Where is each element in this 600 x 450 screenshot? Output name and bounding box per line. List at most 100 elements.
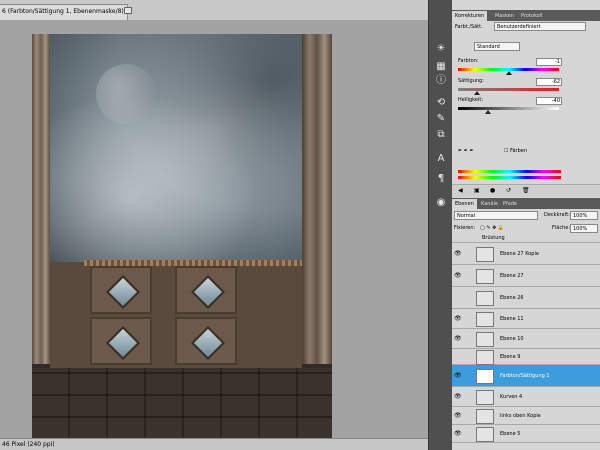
styles-icon[interactable]: ◉ [434,196,448,210]
tab-kanaele[interactable]: Kanäle [478,199,501,209]
balustrade-panel [90,317,152,365]
layer-name: Ebene 10 [500,336,524,342]
layer-row[interactable]: 👁 Farbton/Sättigung 1 [452,365,600,387]
character-icon[interactable]: A [434,152,448,166]
layer-row[interactable]: 👁 Ebene 11 [452,309,600,329]
layer-row[interactable]: 👁 Ebene 27 [452,265,600,287]
layer-name: Ebene 27 [500,273,524,279]
status-bar: 46 Pixel (240 ppi) [0,438,428,450]
layer-name: Ebene 26 [500,295,524,301]
reset-icon[interactable]: ↺ [506,187,511,194]
opacity-label: Deckkraft: [544,212,570,218]
balustrade-panel [90,266,152,314]
document-tab-bar: 6 (Farbton/Sättigung 1, Ebenenmaske/8) * [0,0,428,21]
layer-group-row[interactable]: Brüstung [452,233,600,243]
moon-image [96,64,156,124]
close-tab-button[interactable] [124,7,132,14]
info-icon[interactable]: ⓘ [434,74,448,88]
visibility-eye-icon[interactable] [454,353,462,361]
saturation-input[interactable]: -62 [536,78,562,86]
hue-range-bar-top [458,170,561,173]
sky-image [46,34,328,266]
fill-input[interactable]: 100% [570,224,598,233]
eye-icon[interactable]: ● [490,187,495,194]
fill-label: Fläche: [552,225,571,231]
layer-thumbnail [476,408,494,424]
tab-ebenen[interactable]: Ebenen [452,199,477,209]
visibility-eye-icon[interactable]: 👁 [454,430,462,438]
left-column [32,34,50,364]
tab-korrekturen[interactable]: Korrekturen [452,11,488,21]
blend-mode-dropdown[interactable]: Normal [454,211,538,220]
eyedropper-tools[interactable]: ✒ ✒ ✒ [458,148,474,154]
hue-input[interactable]: -1 [536,58,562,66]
sun-icon[interactable]: ☀ [434,42,448,56]
saturation-label: Sättigung: [458,78,484,84]
clone-icon[interactable]: ⧉ [434,128,448,142]
clip-icon[interactable]: ▣ [474,187,480,194]
floor-image [32,368,332,438]
layer-name: Ebene 5 [500,431,521,437]
layers-tab-row: Ebenen Kanäle Pfade [452,198,600,209]
adjustment-title: Farbt./Sätt. [455,24,483,30]
layer-row[interactable]: 👁 Ebene 5 [452,425,600,443]
grid-icon[interactable]: ▦ [434,60,448,74]
visibility-eye-icon[interactable] [454,294,462,302]
layer-row[interactable]: 👁 Kurven 4 [452,387,600,407]
layer-thumbnail [476,290,494,306]
layer-name: Farbton/Sättigung 1 [500,373,550,379]
paragraph-icon[interactable]: ¶ [434,172,448,186]
balustrade-panel [175,317,237,365]
lightness-input[interactable]: -40 [536,97,562,105]
history-icon[interactable]: ⟲ [434,96,448,110]
back-icon[interactable]: ◀ [458,187,463,194]
layer-row[interactable]: Ebene 26 [452,287,600,309]
visibility-eye-icon[interactable]: 👁 [454,315,462,323]
tab-pfade[interactable]: Pfade [500,199,520,209]
brush-icon[interactable]: ✎ [434,112,448,126]
layer-row[interactable]: 👁 Ebene 10 [452,329,600,349]
layer-thumbnail [476,311,494,327]
right-panels: Korrekturen Masken Protokoll Farbt./Sätt… [452,0,600,450]
layer-thumbnail [476,368,494,384]
lock-label: Fixieren: [454,225,476,231]
colorize-checkbox[interactable]: ☐ Färben [504,148,527,154]
hue-label: Farbton: [458,58,479,64]
layer-row[interactable]: Ebene 9 [452,349,600,365]
visibility-eye-icon[interactable]: 👁 [454,393,462,401]
layer-thumbnail [476,350,494,365]
visibility-eye-icon[interactable]: 👁 [454,372,462,380]
layer-name: links oben Kopie [500,413,541,419]
layer-name: Ebene 9 [500,354,521,360]
layer-row[interactable]: 👁 links oben Kopie [452,407,600,425]
preset-dropdown[interactable]: Benutzerdefiniert [494,22,586,31]
trash-icon[interactable]: 🗑 [522,187,530,194]
tab-protokoll[interactable]: Protokoll [518,11,546,21]
layer-thumbnail [476,331,494,347]
hue-slider-thumb[interactable] [505,71,512,75]
layer-name: Kurven 4 [500,394,523,400]
balustrade-panel [175,266,237,314]
document-tab[interactable]: 6 (Farbton/Sättigung 1, Ebenenmaske/8) * [0,4,128,20]
lightness-slider-thumb[interactable] [485,110,492,114]
tab-masken[interactable]: Masken [492,11,517,21]
layer-row[interactable]: 👁 Ebene 27 Kopie [452,243,600,265]
document-canvas[interactable] [32,34,332,438]
right-column [302,34,332,364]
lightness-slider[interactable] [458,107,559,110]
visibility-eye-icon[interactable]: 👁 [454,335,462,343]
visibility-eye-icon[interactable]: 👁 [454,272,462,280]
layer-thumbnail [476,389,494,405]
channel-dropdown[interactable]: Standard [474,42,520,51]
opacity-input[interactable]: 100% [570,211,598,220]
layer-thumbnail [476,426,494,442]
visibility-eye-icon[interactable]: 👁 [454,250,462,258]
saturation-slider-thumb[interactable] [474,91,481,95]
hue-range-bar-bottom [458,176,561,179]
saturation-slider[interactable] [458,88,559,91]
adjustment-footer: ◀ ▣ ● ↺ 🗑 [452,184,600,197]
visibility-eye-icon[interactable]: 👁 [454,412,462,420]
lock-icons[interactable]: ▢ ✎ ✥ 🔒 [480,225,504,231]
group-name: Brüstung [482,235,505,241]
adjustments-tab-row: Korrekturen Masken Protokoll [452,10,600,21]
